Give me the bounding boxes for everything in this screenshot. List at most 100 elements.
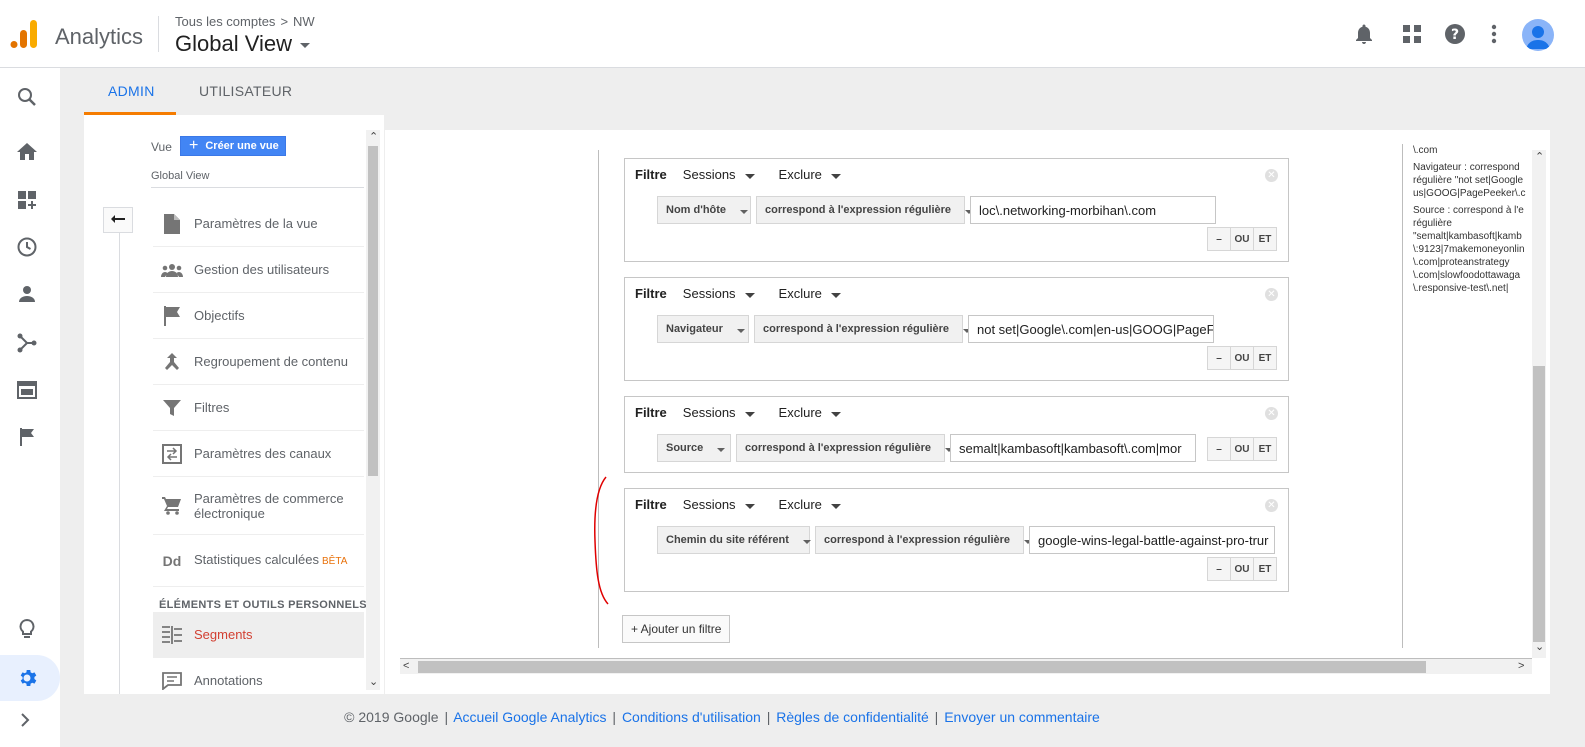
back-button[interactable]	[103, 207, 133, 233]
home-icon[interactable]	[15, 140, 39, 164]
dimension-select[interactable]: Source	[657, 434, 731, 462]
scope-dropdown[interactable]: Sessions	[683, 286, 755, 301]
or-button[interactable]: OU	[1230, 227, 1254, 251]
scroll-down-icon[interactable]: ⌄	[1535, 640, 1544, 653]
horizontal-scrollbar[interactable]: < >	[400, 658, 1532, 674]
match-type-select[interactable]: correspond à l'expression régulière	[756, 196, 974, 224]
remove-filter-icon[interactable]: ✕	[1265, 499, 1278, 512]
footer-link-privacy[interactable]: Règles de confidentialité	[776, 709, 929, 725]
expand-rail-icon[interactable]	[20, 713, 30, 730]
or-button[interactable]: OU	[1230, 557, 1254, 581]
remove-filter-icon[interactable]: ✕	[1265, 288, 1278, 301]
and-button[interactable]: ET	[1253, 346, 1277, 370]
nav-item-channel-settings[interactable]: Paramètres des canaux	[153, 431, 364, 477]
nav-item-ecommerce-settings[interactable]: Paramètres de commerce électronique	[153, 477, 364, 535]
dimension-value: Source	[666, 442, 704, 454]
match-type-select[interactable]: correspond à l'expression régulière	[736, 434, 954, 462]
breadcrumb[interactable]: Tous les comptes > NW	[175, 14, 315, 29]
footer-link-terms[interactable]: Conditions d'utilisation	[622, 709, 761, 725]
footer-link-feedback[interactable]: Envoyer un commentaire	[944, 709, 1100, 725]
remove-condition-button[interactable]: –	[1207, 346, 1231, 370]
realtime-icon[interactable]	[15, 235, 39, 259]
channels-icon	[161, 443, 183, 465]
insights-icon[interactable]	[15, 618, 39, 642]
admin-gear-icon[interactable]	[15, 666, 39, 690]
nav-scroll-thumb[interactable]	[368, 146, 378, 476]
search-icon[interactable]	[15, 85, 39, 109]
action-dropdown[interactable]: Exclure	[779, 497, 841, 512]
scroll-right-icon[interactable]: >	[1518, 660, 1524, 672]
apps-grid-icon[interactable]	[1400, 22, 1424, 46]
dimension-select[interactable]: Chemin du site référent	[657, 526, 811, 554]
horizontal-scroll-thumb[interactable]	[418, 661, 1426, 673]
nav-item-filters[interactable]: Filtres	[153, 385, 364, 431]
account-avatar[interactable]	[1522, 19, 1554, 51]
more-vert-icon[interactable]	[1482, 22, 1506, 46]
dimension-select[interactable]: Navigateur	[657, 315, 749, 343]
scroll-down-icon[interactable]: ⌄	[369, 675, 378, 688]
notifications-icon[interactable]	[1352, 22, 1376, 46]
create-view-button[interactable]: + Créer une vue	[180, 136, 286, 156]
nav-item-annotations[interactable]: Annotations	[153, 658, 364, 694]
dimension-select[interactable]: Nom d'hôte	[657, 196, 751, 224]
action-dropdown[interactable]: Exclure	[779, 405, 841, 420]
nav-item-goals[interactable]: Objectifs	[153, 293, 364, 339]
view-selector[interactable]: Global View	[175, 31, 310, 57]
scope-dropdown[interactable]: Sessions	[683, 497, 755, 512]
match-type-select[interactable]: correspond à l'expression régulière	[815, 526, 1033, 554]
scroll-left-icon[interactable]: <	[403, 660, 409, 672]
scroll-up-icon[interactable]: ⌃	[1535, 150, 1544, 163]
filter-value-input[interactable]: not set|Google\.com|en-us|GOOG|PageF	[968, 315, 1214, 343]
remove-filter-icon[interactable]: ✕	[1265, 169, 1278, 182]
customization-icon[interactable]	[15, 188, 39, 212]
action-dropdown[interactable]: Exclure	[779, 167, 841, 182]
red-annotation-bracket	[594, 476, 609, 605]
filter-value-input[interactable]: google-wins-legal-battle-against-pro-tru…	[1029, 526, 1275, 554]
nav-item-user-management[interactable]: Gestion des utilisateurs	[153, 247, 364, 293]
tab-admin[interactable]: ADMIN	[108, 83, 155, 99]
filter-value-input[interactable]: semalt|kambasoft|kambasoft\.com|mor	[950, 434, 1196, 462]
acquisition-icon[interactable]	[15, 331, 39, 355]
remove-condition-button[interactable]: –	[1207, 227, 1231, 251]
conversions-icon[interactable]	[15, 425, 39, 449]
document-icon	[161, 213, 183, 235]
segments-icon	[161, 624, 183, 646]
right-pane-scrollbar[interactable]: ⌃ ⌄	[1532, 150, 1546, 658]
scroll-up-icon[interactable]: ⌃	[369, 130, 378, 143]
plus-icon: +	[189, 137, 199, 154]
analytics-logo[interactable]	[10, 20, 38, 50]
nav-item-label: Statistiques calculées BÊTA	[194, 552, 347, 569]
breadcrumb-account[interactable]: Tous les comptes	[175, 14, 275, 29]
audience-icon[interactable]	[15, 282, 39, 306]
remove-condition-button[interactable]: –	[1207, 437, 1231, 461]
remove-condition-button[interactable]: –	[1207, 557, 1231, 581]
tab-utilisateur[interactable]: UTILISATEUR	[199, 83, 292, 99]
nav-item-content-grouping[interactable]: Regroupement de contenu	[153, 339, 364, 385]
match-type-select[interactable]: correspond à l'expression régulière	[754, 315, 972, 343]
and-button[interactable]: ET	[1253, 437, 1277, 461]
filter-value-input[interactable]: loc\.networking-morbihan\.com	[970, 196, 1216, 224]
breadcrumb-property[interactable]: NW	[293, 14, 315, 29]
nav-item-segments[interactable]: Segments	[153, 612, 364, 658]
nav-scrollbar[interactable]: ⌃ ⌄	[366, 130, 380, 690]
action-dropdown[interactable]: Exclure	[779, 286, 841, 301]
remove-filter-icon[interactable]: ✕	[1265, 407, 1278, 420]
help-icon[interactable]: ?	[1443, 22, 1467, 46]
or-button[interactable]: OU	[1230, 437, 1254, 461]
right-pane-scroll-thumb[interactable]	[1533, 366, 1545, 642]
scope-dropdown[interactable]: Sessions	[683, 405, 755, 420]
nav-item-label: Regroupement de contenu	[194, 354, 348, 369]
or-button[interactable]: OU	[1230, 346, 1254, 370]
view-name[interactable]: Global View	[151, 170, 210, 182]
scope-dropdown[interactable]: Sessions	[683, 167, 755, 182]
and-button[interactable]: ET	[1253, 557, 1277, 581]
caret-down-icon	[744, 503, 755, 509]
footer-link-home[interactable]: Accueil Google Analytics	[453, 709, 606, 725]
action-value: Exclure	[778, 167, 822, 182]
chevron-right-icon: >	[280, 14, 289, 29]
nav-item-view-settings[interactable]: Paramètres de la vue	[153, 201, 364, 247]
add-filter-button[interactable]: + Ajouter un filtre	[622, 615, 731, 643]
behavior-icon[interactable]	[15, 378, 39, 402]
and-button[interactable]: ET	[1253, 227, 1277, 251]
nav-item-calculated-metrics[interactable]: Dd Statistiques calculées BÊTA	[153, 535, 364, 587]
